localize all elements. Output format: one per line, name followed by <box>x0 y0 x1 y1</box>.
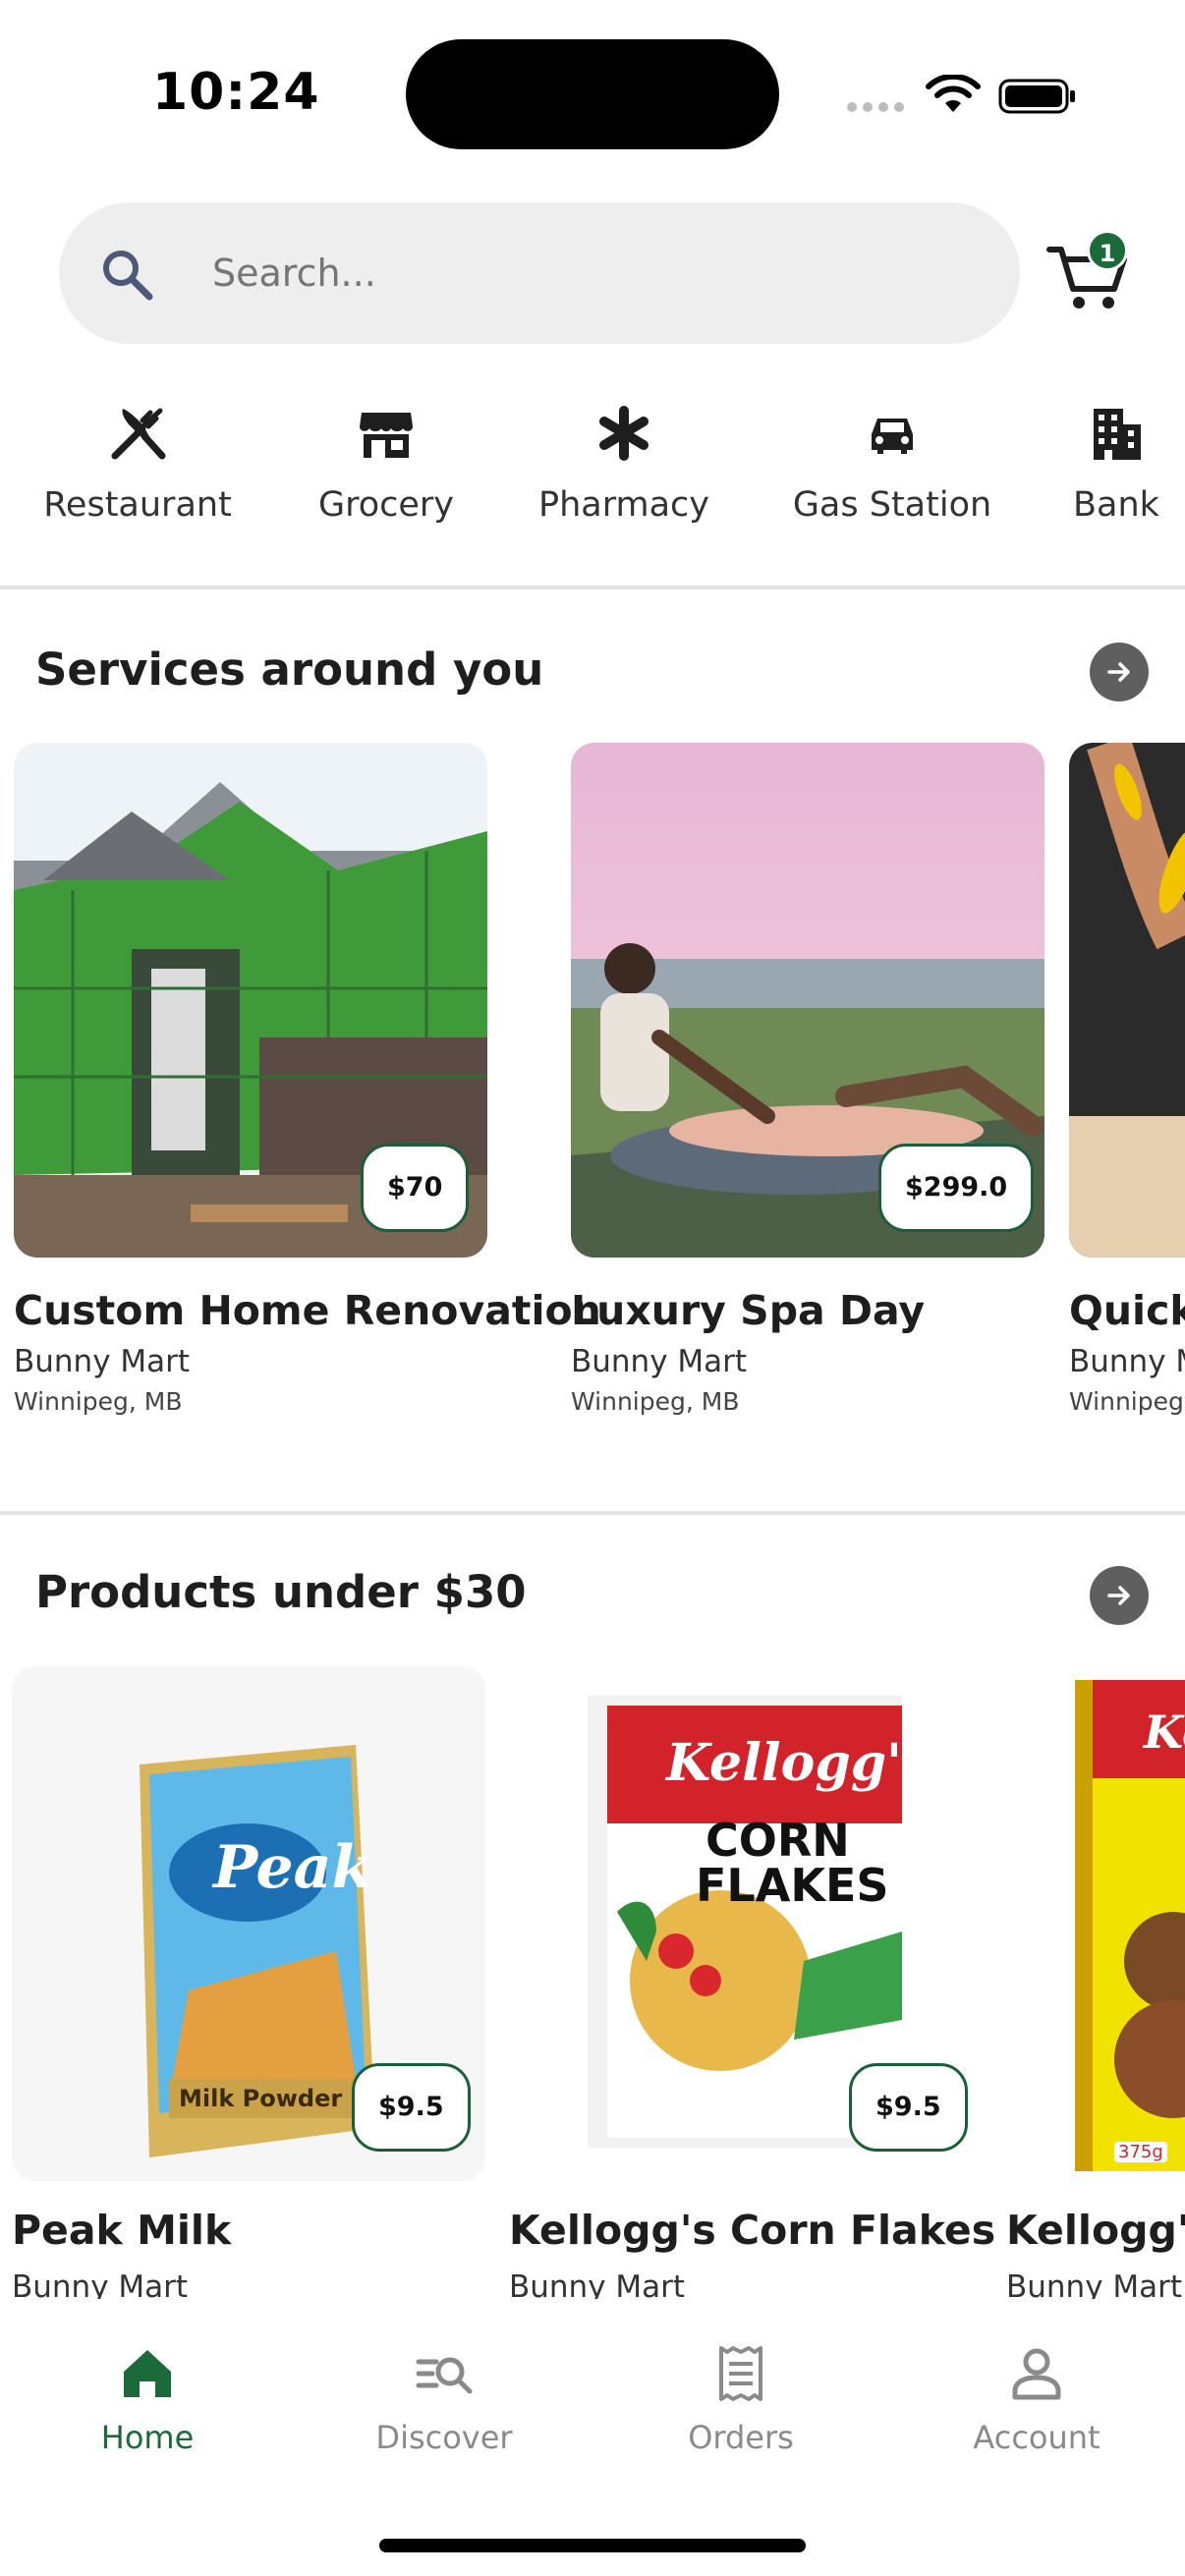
discover-icon <box>416 2357 473 2394</box>
service-card[interactable]: $299.0 Luxury Spa Day Bunny Mart Winnipe… <box>571 743 1062 1430</box>
wifi-icon <box>926 75 981 112</box>
price-badge: $70 <box>361 1144 470 1232</box>
tab-home[interactable]: Home <box>49 2342 246 2456</box>
section-title-services: Services around you <box>35 644 544 696</box>
home-indicator <box>379 2539 806 2552</box>
category-restaurant[interactable]: Restaurant <box>39 393 236 560</box>
product-card[interactable]: Peak Milk Powder $9.5 Peak Milk Bunny Ma… <box>12 1666 503 2305</box>
tab-account[interactable]: Account <box>938 2342 1135 2456</box>
section-title-products: Products under $30 <box>35 1566 527 1618</box>
user-icon <box>1012 2348 1061 2400</box>
package-brand-text: Peak <box>213 1833 373 1902</box>
tab-discover[interactable]: Discover <box>346 2342 542 2456</box>
category-bar: Restaurant Grocery Pharmacy Gas Station <box>0 393 1185 580</box>
store-icon <box>360 413 413 458</box>
tab-label: Home <box>100 2419 195 2456</box>
package-brand-text: Kellogg's <box>666 1733 931 1793</box>
building-icon <box>1094 409 1141 460</box>
fork-knife-icon <box>111 408 166 460</box>
divider <box>0 1511 1185 1515</box>
tab-label: Account <box>973 2419 1100 2456</box>
home-icon <box>124 2350 171 2397</box>
tab-label: Discover <box>375 2419 513 2456</box>
products-see-all-button[interactable] <box>1090 1566 1149 1625</box>
tab-orders[interactable]: Orders <box>643 2342 839 2456</box>
service-card[interactable]: $70 Custom Home Renovation Bunny Mart Wi… <box>14 743 601 1430</box>
arrow-right-icon <box>1107 1586 1130 1605</box>
service-title: Custom Home Renovation <box>14 1287 601 1334</box>
package-line-text: Milk Powder <box>179 2085 343 2112</box>
service-location: Winnipeg <box>1069 1387 1184 1416</box>
service-location: Winnipeg, MB <box>571 1387 740 1416</box>
package-weight-text: 375g <box>1114 2142 1167 2162</box>
price-badge: $9.5 <box>352 2063 471 2152</box>
search-input[interactable] <box>212 202 979 344</box>
service-store: Bunny M <box>1069 1344 1185 1379</box>
category-grocery[interactable]: Grocery <box>288 393 484 560</box>
battery-icon <box>998 79 1075 114</box>
service-store: Bunny Mart <box>571 1344 748 1379</box>
receipt-icon <box>719 2346 762 2401</box>
product-card[interactable]: Kel 375g Kellogg's Bunny Mart <box>1006 1666 1185 2305</box>
price-badge: $299.0 <box>878 1144 1035 1232</box>
divider <box>0 586 1185 589</box>
package-line2-text: FLAKES <box>696 1859 889 1912</box>
category-label: Pharmacy <box>537 485 709 525</box>
product-title: Kellogg's Corn Flakes <box>509 2207 996 2254</box>
category-label: Restaurant <box>43 485 232 525</box>
service-image-nails <box>1069 743 1185 1258</box>
search-bar[interactable] <box>59 202 1020 344</box>
category-bank[interactable]: Bank <box>1057 393 1175 560</box>
category-label: Bank <box>1073 485 1159 525</box>
category-gas-station[interactable]: Gas Station <box>774 393 1010 560</box>
status-bar: 10:24 <box>0 0 1185 187</box>
category-label: Gas Station <box>792 485 992 525</box>
category-label: Grocery <box>317 485 455 525</box>
category-pharmacy[interactable]: Pharmacy <box>526 393 722 560</box>
product-card[interactable]: Kellogg's CORN FLAKES $9.5 Kellogg's Cor… <box>509 1666 1000 2305</box>
service-title: Quick <box>1069 1287 1185 1334</box>
product-title: Kellogg's <box>1006 2207 1185 2254</box>
product-title: Peak Milk <box>12 2207 232 2254</box>
price-badge: $9.5 <box>849 2063 968 2152</box>
service-title: Luxury Spa Day <box>571 1287 926 1334</box>
cellular-signal-icon <box>847 102 904 112</box>
service-location: Winnipeg, MB <box>14 1387 183 1416</box>
service-store: Bunny Mart <box>14 1344 191 1379</box>
dynamic-island <box>406 39 779 149</box>
services-see-all-button[interactable] <box>1090 643 1149 701</box>
cart-count-badge: 1 <box>1087 230 1128 271</box>
search-icon <box>103 251 153 301</box>
asterisk-icon <box>599 406 649 461</box>
arrow-right-icon <box>1107 662 1130 682</box>
tab-bar: Home Discover Orders Account <box>0 2299 1185 2576</box>
car-icon <box>872 419 913 454</box>
package-brand-text: Kel <box>1144 1706 1185 1759</box>
tab-label: Orders <box>688 2419 794 2456</box>
service-card[interactable]: Quick Bunny M Winnipeg <box>1069 743 1185 1430</box>
status-time: 10:24 <box>152 63 320 122</box>
